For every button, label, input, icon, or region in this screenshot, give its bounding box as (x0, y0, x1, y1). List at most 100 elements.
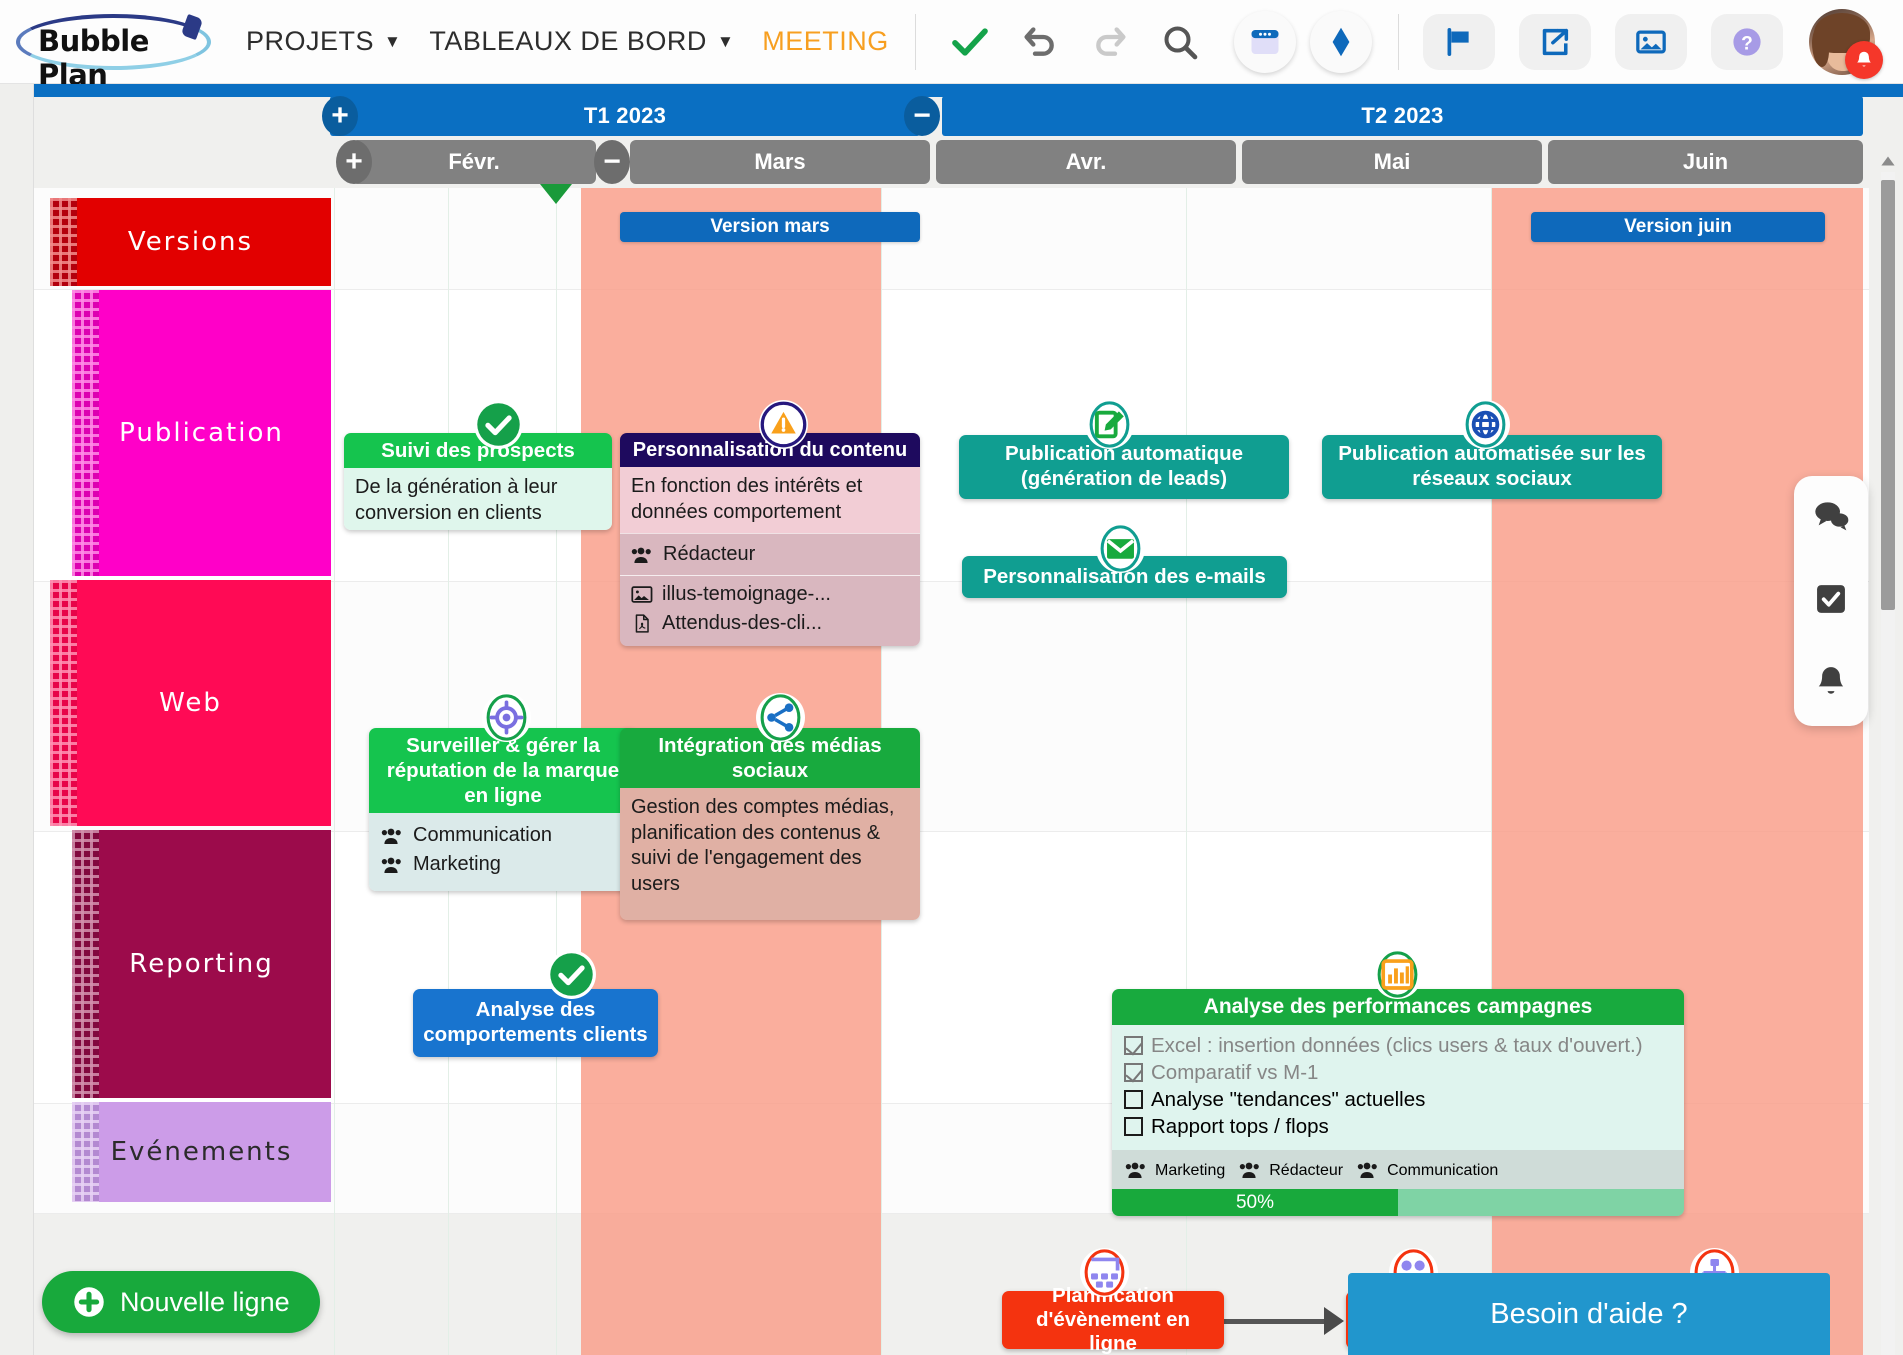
share-circle-glyph (760, 694, 801, 741)
checkbox-checked-icon[interactable] (1124, 1035, 1143, 1055)
month-bar-avril[interactable]: Avr. (936, 140, 1236, 184)
image-button[interactable] (1614, 13, 1687, 70)
users-icon (1125, 1162, 1145, 1179)
quarter-bar-t1[interactable]: T1 2023 (330, 96, 920, 136)
checklist-item[interactable]: Rapport tops / flops (1124, 1113, 1672, 1140)
quarter-expand-button[interactable]: + (322, 96, 358, 136)
app-root: Bubble Plan PROJETS ▼ TABLEAUX DE BORD ▼… (0, 0, 1903, 1355)
share-circle-icon[interactable] (756, 693, 805, 742)
notification-badge[interactable] (1844, 40, 1883, 79)
task-card-analyse-comportements[interactable]: Analyse des comportements clients (413, 989, 658, 1057)
logo-text: Bubble Plan (38, 23, 149, 92)
row-label-versions[interactable]: Versions (50, 198, 331, 286)
comments-button[interactable] (1811, 496, 1851, 541)
task-card-integration-medias[interactable]: Intégration des médias sociaux Gestion d… (620, 728, 920, 920)
nav-tableaux-label: TABLEAUX DE BORD (429, 26, 707, 56)
month-bar-mai[interactable]: Mai (1242, 140, 1542, 184)
nav-tableaux-de-bord[interactable]: TABLEAUX DE BORD ▼ (429, 26, 734, 57)
help-widget[interactable]: Besoin d'aide ? (1348, 1273, 1830, 1355)
diamond-view-button[interactable] (1309, 10, 1372, 73)
avatar[interactable] (1808, 8, 1883, 79)
checkbox-unchecked-icon[interactable] (1124, 1090, 1143, 1110)
bubble-plan-logo[interactable]: Bubble Plan (8, 8, 218, 92)
chip-label: Publication automatique (génération de l… (1004, 442, 1244, 490)
chevron-down-icon: ▼ (716, 31, 735, 51)
mail-circle-icon[interactable] (1096, 524, 1145, 573)
nav-projets[interactable]: PROJETS ▼ (246, 26, 401, 57)
card-checklist: Excel : insertion données (clics users &… (1112, 1024, 1684, 1150)
milestone-planification-evenement[interactable]: Planification d'évènement en ligne (1002, 1284, 1224, 1355)
row-drag-handle[interactable] (72, 1102, 99, 1202)
quarter-collapse-button[interactable]: − (904, 96, 940, 136)
progress-bar[interactable]: 50% (1112, 1189, 1684, 1216)
target-circle-icon[interactable] (482, 693, 531, 742)
row-label-publication[interactable]: Publication (72, 290, 331, 576)
redo-button[interactable] (1090, 22, 1130, 62)
nav-meeting[interactable]: MEETING (762, 26, 889, 57)
row-drag-handle[interactable] (50, 580, 77, 826)
row-drag-handle[interactable] (50, 198, 77, 286)
validate-button[interactable] (950, 22, 990, 62)
version-bar-mars[interactable]: Version mars (620, 212, 920, 242)
undo-button[interactable] (1020, 22, 1060, 62)
timeline-board: T1 2023 T2 2023 + − Févr. Mars Avr. Mai … (0, 84, 1903, 1355)
checkbox-unchecked-icon[interactable] (1124, 1117, 1143, 1137)
row-drag-handle[interactable] (72, 830, 99, 1098)
task-card-analyse-performances[interactable]: Analyse des performances campagnes Excel… (1112, 989, 1684, 1216)
warning-circle-icon[interactable] (759, 400, 808, 449)
month-divider (334, 188, 335, 1355)
checklist-item[interactable]: Excel : insertion données (clics users &… (1124, 1032, 1672, 1059)
globe-circle-icon[interactable] (1461, 400, 1510, 449)
task-card-surveiller-reputation[interactable]: Surveiller & gérer la réputation de la m… (369, 728, 637, 891)
mail-circle-glyph (1100, 525, 1141, 572)
quarter-bar-t2[interactable]: T2 2023 (942, 96, 1863, 136)
check-circle-icon[interactable] (547, 950, 596, 999)
checklist-item[interactable]: Comparatif vs M-1 (1124, 1059, 1672, 1086)
check-circle-glyph (477, 403, 520, 446)
resource-label: Rédacteur (663, 543, 756, 566)
row-drag-handle[interactable] (72, 290, 99, 576)
attachment-row[interactable]: Attendus-des-cli... (631, 609, 910, 638)
version-juin-label: Version juin (1624, 216, 1732, 237)
presentation-circle-icon[interactable] (1080, 1248, 1129, 1297)
progress-fill: 50% (1112, 1189, 1398, 1216)
month-bar-fevrier[interactable]: Févr. (352, 140, 596, 184)
redo-icon (1096, 26, 1126, 56)
notifications-button[interactable] (1812, 663, 1850, 706)
task-card-personnalisation-contenu[interactable]: Personnalisation du contenu En fonction … (620, 433, 920, 647)
question-icon: ? (1733, 27, 1761, 56)
dependency-arrow (1324, 1307, 1344, 1335)
search-button[interactable] (1160, 22, 1200, 62)
row-label-web[interactable]: Web (50, 580, 331, 826)
tasks-button[interactable] (1812, 580, 1850, 623)
row-label-reporting[interactable]: Reporting (72, 830, 331, 1098)
new-row-button[interactable]: Nouvelle ligne (42, 1271, 320, 1333)
tasks-icon (1817, 585, 1845, 614)
month-bar-mars[interactable]: Mars (630, 140, 930, 184)
row-label-evenements[interactable]: Evénements (72, 1102, 331, 1202)
share-button[interactable] (1518, 13, 1591, 70)
vertical-scrollbar-thumb[interactable] (1881, 180, 1895, 610)
help-button[interactable]: ? (1710, 13, 1783, 70)
card-attachments: illus-temoignage-... Attendus-des-cli... (620, 575, 920, 647)
month-bar-juin[interactable]: Juin (1548, 140, 1863, 184)
warning-circle-glyph (760, 401, 807, 448)
users-icon (631, 547, 651, 563)
chip-label: Publication automatisée sur les réseaux … (1338, 442, 1646, 490)
right-dock (1794, 476, 1868, 726)
month-expand-button[interactable]: + (336, 140, 372, 184)
scroll-up-arrow[interactable] (1879, 152, 1897, 170)
edit-circle-icon[interactable] (1085, 400, 1134, 449)
check-circle-icon[interactable] (474, 400, 523, 449)
target-circle-glyph (486, 694, 527, 741)
flag-button[interactable] (1422, 13, 1495, 70)
checkbox-checked-icon[interactable] (1124, 1062, 1143, 1082)
attachment-row[interactable]: illus-temoignage-... (631, 580, 910, 609)
version-bar-juin[interactable]: Version juin (1531, 212, 1825, 242)
comments-icon (1815, 502, 1849, 531)
month-collapse-button[interactable]: − (594, 140, 630, 184)
card-resources: Rédacteur (620, 533, 920, 576)
board-view-button[interactable] (1233, 10, 1296, 73)
checklist-item[interactable]: Analyse "tendances" actuelles (1124, 1086, 1672, 1113)
bar-chart-circle-icon[interactable] (1373, 950, 1422, 999)
